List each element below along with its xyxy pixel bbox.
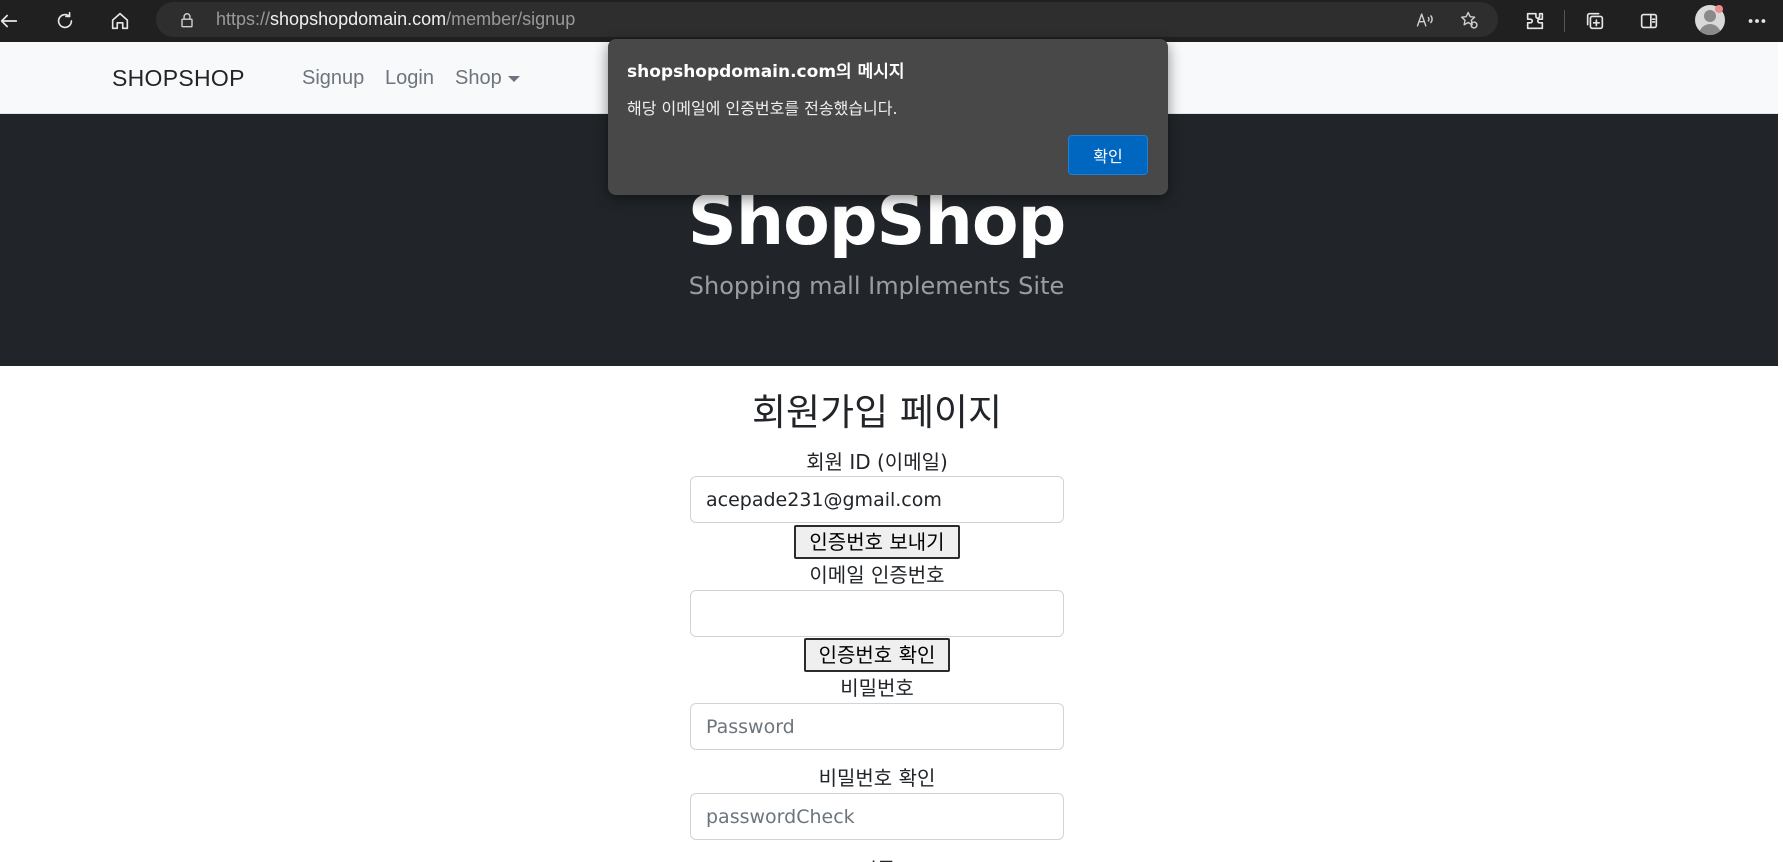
page-title: 회원가입 페이지 — [751, 391, 1003, 434]
avatar-body — [1699, 24, 1721, 35]
dialog-ok-button[interactable]: 확인 — [1068, 135, 1148, 175]
favorite-add-icon[interactable] — [1457, 8, 1481, 32]
email-label: 회원 ID (이메일) — [806, 450, 948, 474]
toolbar-divider — [1564, 10, 1565, 32]
email-field[interactable] — [690, 476, 1064, 523]
brand-logo[interactable]: SHOPSHOP — [112, 42, 245, 114]
avatar-head — [1704, 10, 1716, 22]
name-label: 이름 — [690, 854, 1064, 862]
home-icon[interactable] — [105, 6, 135, 36]
chevron-down-icon — [507, 75, 520, 82]
alert-dialog: shopshopdomain.com의 메시지 해당 이메일에 인증번호를 전송… — [608, 39, 1168, 195]
verification-code-field[interactable] — [690, 590, 1064, 637]
address-bar[interactable]: https://shopshopdomain.com/member/signup — [156, 2, 1498, 37]
read-aloud-icon[interactable] — [1413, 8, 1437, 32]
collections-icon[interactable] — [1580, 6, 1610, 36]
password-check-field[interactable] — [690, 793, 1064, 840]
nav-shop-label: Shop — [455, 67, 502, 89]
password-field[interactable] — [690, 703, 1064, 750]
dialog-title: shopshopdomain.com의 메시지 — [627, 62, 905, 82]
browser-toolbar: https://shopshopdomain.com/member/signup — [0, 0, 1783, 42]
notification-dot — [1715, 5, 1723, 13]
nav-shop-dropdown[interactable]: Shop — [455, 42, 520, 114]
url-host: shopshopdomain.com — [270, 9, 447, 29]
password-check-label: 비밀번호 확인 — [818, 766, 936, 790]
send-code-button[interactable]: 인증번호 보내기 — [794, 525, 960, 559]
url-path: /member/signup — [446, 9, 576, 29]
dialog-message: 해당 이메일에 인증번호를 전송했습니다. — [627, 99, 898, 118]
refresh-icon[interactable] — [50, 6, 80, 36]
back-arrow-icon[interactable] — [0, 6, 24, 36]
sidebar-icon[interactable] — [1634, 6, 1664, 36]
nav-login[interactable]: Login — [385, 42, 434, 114]
password-label: 비밀번호 — [840, 676, 914, 700]
url-prefix: https:// — [216, 9, 271, 29]
extensions-icon[interactable] — [1520, 6, 1550, 36]
lock-icon[interactable] — [175, 8, 199, 32]
hero-subtitle: Shopping mall Implements Site — [688, 272, 1065, 300]
nav-signup[interactable]: Signup — [302, 42, 364, 114]
code-label: 이메일 인증번호 — [809, 563, 945, 587]
url-text[interactable]: https://shopshopdomain.com/member/signup — [216, 2, 575, 37]
verify-code-button[interactable]: 인증번호 확인 — [804, 638, 950, 672]
more-icon[interactable] — [1742, 6, 1772, 36]
